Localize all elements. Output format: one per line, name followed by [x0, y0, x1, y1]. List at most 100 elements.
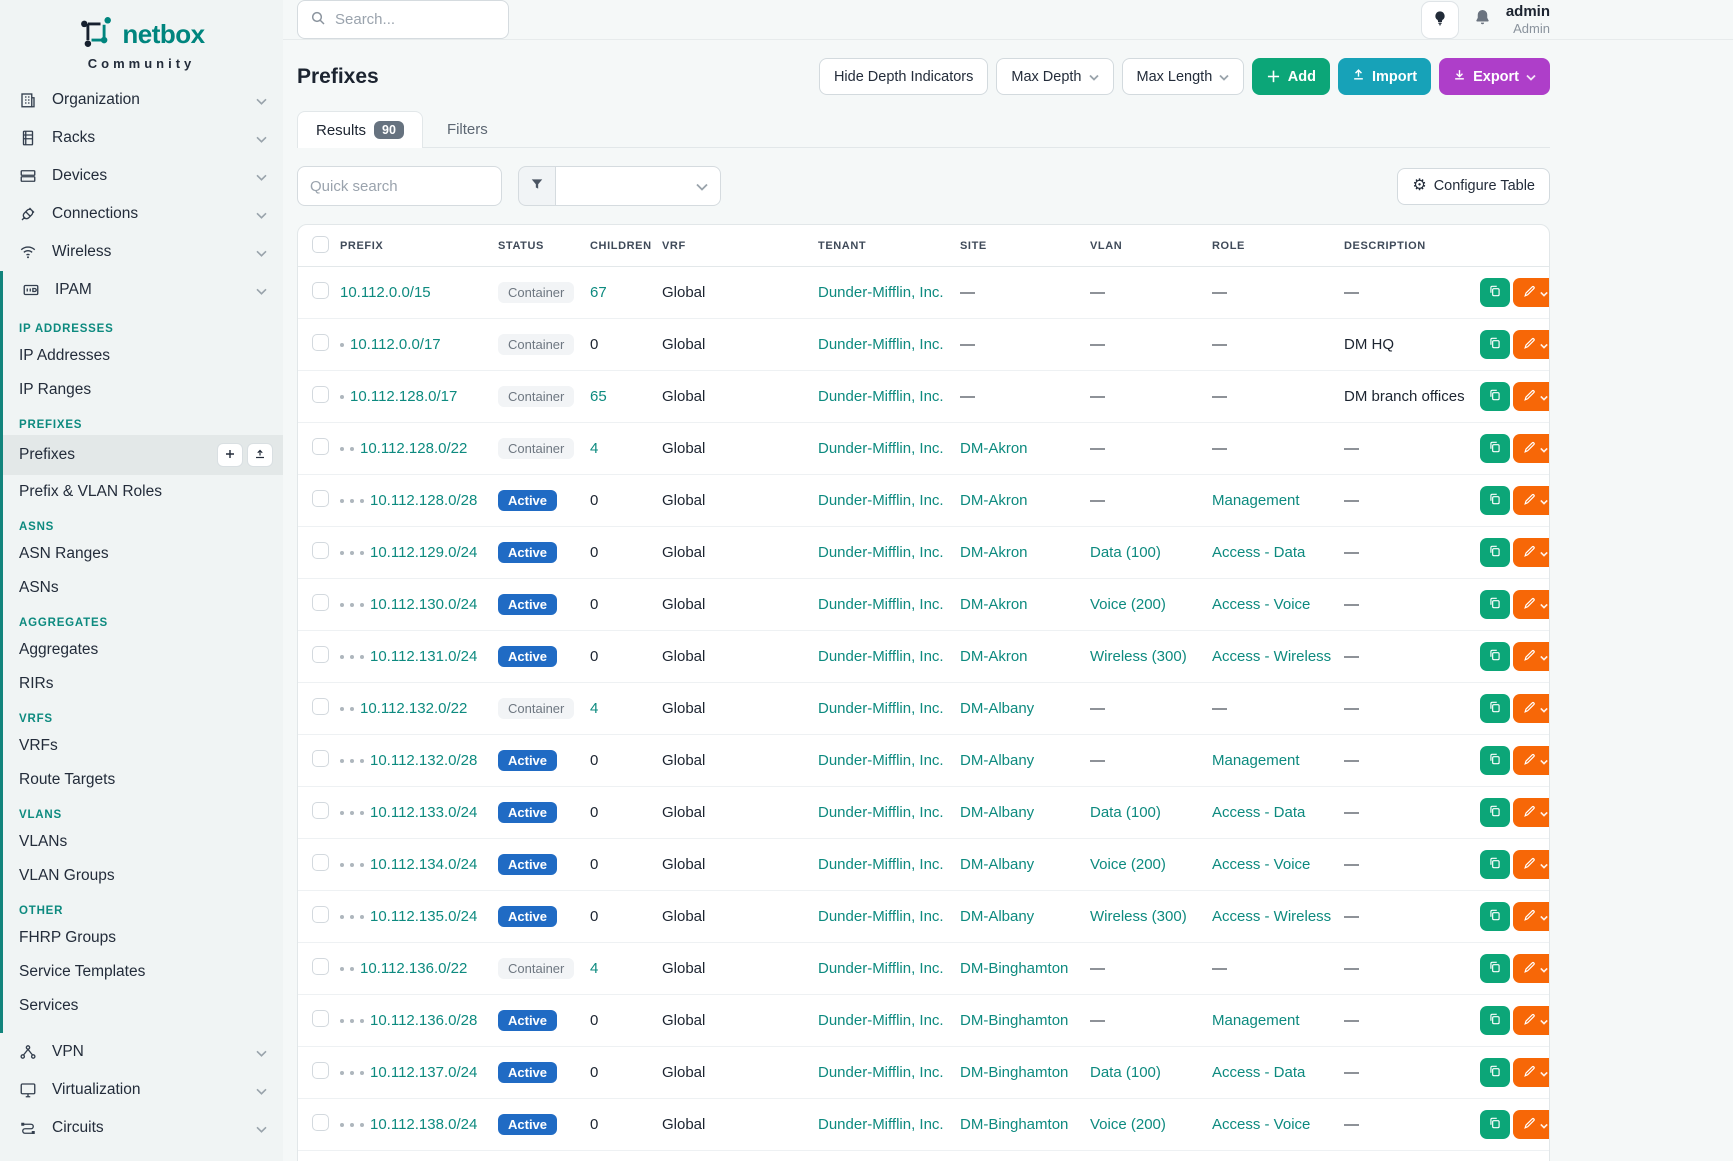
sidebar-item-asn-ranges[interactable]: ASN Ranges: [3, 537, 283, 571]
site-link[interactable]: DM-Akron: [960, 596, 1028, 613]
site-link[interactable]: DM-Akron: [960, 492, 1028, 509]
column-header-role[interactable]: ROLE: [1204, 225, 1336, 267]
row-checkbox[interactable]: [312, 594, 329, 611]
tenant-link[interactable]: Dunder-Mifflin, Inc.: [818, 284, 944, 301]
quick-add-button[interactable]: [217, 443, 243, 467]
children-link[interactable]: 67: [590, 284, 607, 301]
edit-button[interactable]: [1513, 330, 1549, 359]
row-checkbox[interactable]: [312, 386, 329, 403]
tenant-link[interactable]: Dunder-Mifflin, Inc.: [818, 1012, 944, 1029]
column-header-tenant[interactable]: TENANT: [810, 225, 952, 267]
prefix-link[interactable]: 10.112.128.0/17: [350, 388, 457, 405]
edit-button[interactable]: [1513, 538, 1549, 567]
sidebar-item-vlan-groups[interactable]: VLAN Groups: [3, 859, 283, 893]
vlan-link[interactable]: Data (100): [1090, 804, 1161, 821]
prefix-link[interactable]: 10.112.132.0/22: [360, 700, 467, 717]
clone-button[interactable]: [1480, 1058, 1510, 1087]
row-checkbox[interactable]: [312, 438, 329, 455]
site-link[interactable]: DM-Binghamton: [960, 1012, 1068, 1029]
tenant-link[interactable]: Dunder-Mifflin, Inc.: [818, 492, 944, 509]
sidebar-item-services[interactable]: Services: [3, 989, 283, 1023]
vlan-link[interactable]: Voice (200): [1090, 856, 1166, 873]
role-link[interactable]: Access - Data: [1212, 804, 1305, 821]
vlan-link[interactable]: Wireless (300): [1090, 908, 1187, 925]
tenant-link[interactable]: Dunder-Mifflin, Inc.: [818, 1064, 944, 1081]
row-checkbox[interactable]: [312, 334, 329, 351]
tenant-link[interactable]: Dunder-Mifflin, Inc.: [818, 388, 944, 405]
prefix-link[interactable]: 10.112.128.0/28: [370, 492, 477, 509]
sidebar-item-fhrp-groups[interactable]: FHRP Groups: [3, 921, 283, 955]
row-checkbox[interactable]: [312, 802, 329, 819]
row-checkbox[interactable]: [312, 958, 329, 975]
site-link[interactable]: DM-Binghamton: [960, 1116, 1068, 1133]
sidebar-item-connections[interactable]: Connections: [0, 195, 283, 233]
max-depth-dropdown[interactable]: Max Depth: [996, 58, 1113, 95]
edit-button[interactable]: [1513, 1006, 1549, 1035]
prefix-link[interactable]: 10.112.137.0/24: [370, 1064, 477, 1081]
edit-button[interactable]: [1513, 902, 1549, 931]
sidebar-item-prefixes[interactable]: Prefixes: [3, 435, 283, 475]
edit-button[interactable]: [1513, 1110, 1549, 1139]
quick-search-input[interactable]: [297, 166, 502, 206]
tenant-link[interactable]: Dunder-Mifflin, Inc.: [818, 908, 944, 925]
site-link[interactable]: DM-Albany: [960, 752, 1034, 769]
prefix-link[interactable]: 10.112.133.0/24: [370, 804, 477, 821]
add-button[interactable]: ＋Add: [1252, 58, 1330, 95]
clone-button[interactable]: [1480, 538, 1510, 567]
clone-button[interactable]: [1480, 954, 1510, 983]
tenant-link[interactable]: Dunder-Mifflin, Inc.: [818, 1116, 944, 1133]
sidebar-item-vpn[interactable]: VPN: [0, 1033, 283, 1071]
vlan-link[interactable]: Voice (200): [1090, 596, 1166, 613]
tenant-link[interactable]: Dunder-Mifflin, Inc.: [818, 336, 944, 353]
sidebar-item-ip-ranges[interactable]: IP Ranges: [3, 373, 283, 407]
sidebar-item-wireless[interactable]: Wireless: [0, 233, 283, 271]
row-checkbox[interactable]: [312, 906, 329, 923]
site-link[interactable]: DM-Albany: [960, 856, 1034, 873]
edit-button[interactable]: [1513, 850, 1549, 879]
edit-button[interactable]: [1513, 954, 1549, 983]
saved-filter-select[interactable]: [555, 166, 721, 206]
row-checkbox[interactable]: [312, 490, 329, 507]
children-link[interactable]: 4: [590, 700, 598, 717]
row-checkbox[interactable]: [312, 750, 329, 767]
column-header-status[interactable]: STATUS: [490, 225, 582, 267]
export-button[interactable]: Export: [1439, 58, 1550, 95]
column-header-description[interactable]: DESCRIPTION: [1336, 225, 1472, 267]
configure-table-button[interactable]: ⚙ Configure Table: [1397, 168, 1550, 205]
edit-button[interactable]: [1513, 382, 1549, 411]
theme-toggle-button[interactable]: [1421, 1, 1459, 39]
user-menu[interactable]: admin Admin: [1506, 3, 1550, 37]
column-header-prefix[interactable]: PREFIX: [332, 225, 490, 267]
sidebar-item-ip-addresses[interactable]: IP Addresses: [3, 339, 283, 373]
site-link[interactable]: DM-Albany: [960, 804, 1034, 821]
clone-button[interactable]: [1480, 902, 1510, 931]
edit-button[interactable]: [1513, 694, 1549, 723]
tenant-link[interactable]: Dunder-Mifflin, Inc.: [818, 440, 944, 457]
role-link[interactable]: Access - Voice: [1212, 856, 1310, 873]
site-link[interactable]: DM-Akron: [960, 440, 1028, 457]
site-link[interactable]: DM-Albany: [960, 908, 1034, 925]
search-input[interactable]: [335, 11, 496, 28]
tenant-link[interactable]: Dunder-Mifflin, Inc.: [818, 752, 944, 769]
notifications-button[interactable]: [1473, 8, 1492, 31]
row-checkbox[interactable]: [312, 1114, 329, 1131]
row-checkbox[interactable]: [312, 1062, 329, 1079]
clone-button[interactable]: [1480, 278, 1510, 307]
edit-button[interactable]: [1513, 746, 1549, 775]
tenant-link[interactable]: Dunder-Mifflin, Inc.: [818, 596, 944, 613]
tab-filters[interactable]: Filters: [429, 112, 506, 147]
site-link[interactable]: DM-Binghamton: [960, 960, 1068, 977]
tenant-link[interactable]: Dunder-Mifflin, Inc.: [818, 856, 944, 873]
sidebar-item-vlans[interactable]: VLANs: [3, 825, 283, 859]
column-header-site[interactable]: SITE: [952, 225, 1082, 267]
sidebar-item-organization[interactable]: Organization: [0, 81, 283, 119]
role-link[interactable]: Management: [1212, 752, 1300, 769]
vlan-link[interactable]: Data (100): [1090, 544, 1161, 561]
clone-button[interactable]: [1480, 434, 1510, 463]
global-search[interactable]: [297, 0, 509, 39]
tenant-link[interactable]: Dunder-Mifflin, Inc.: [818, 648, 944, 665]
max-length-dropdown[interactable]: Max Length: [1122, 58, 1245, 95]
prefix-link[interactable]: 10.112.136.0/28: [370, 1012, 477, 1029]
hide-depth-indicators-button[interactable]: Hide Depth Indicators: [819, 58, 988, 95]
prefix-link[interactable]: 10.112.138.0/24: [370, 1116, 477, 1133]
